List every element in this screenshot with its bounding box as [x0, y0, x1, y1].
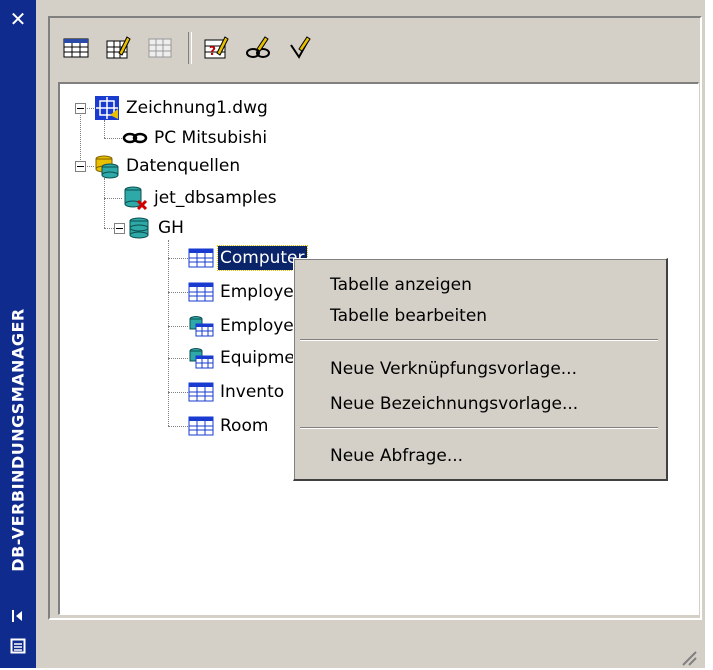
datasource-icon [126, 215, 152, 241]
context-menu: Tabelle anzeigen Tabelle bearbeiten Neue… [293, 258, 668, 481]
tree-node-label: Employe [220, 282, 294, 302]
svg-text:?: ? [209, 44, 216, 58]
tree-node-label: Employe [220, 316, 294, 336]
link-icon [122, 125, 148, 151]
menu-item-new-label-template[interactable]: Neue Bezeichnungsvorlage... [330, 390, 578, 418]
tree-connector [104, 120, 105, 138]
tree-connector [168, 292, 188, 293]
palette-titlebar[interactable]: ✕ DB-VERBINDUNGSMANAGER [0, 0, 36, 668]
toolbar-separator [188, 32, 192, 64]
label-template-icon[interactable] [282, 30, 318, 66]
edit-table-icon[interactable] [100, 30, 136, 66]
table-icon [188, 379, 214, 405]
tree-connector [168, 326, 188, 327]
tree-connector [168, 392, 188, 393]
tree-connector [80, 106, 81, 166]
tree-node-table[interactable]: Room [188, 412, 270, 440]
collapse-gh-expander[interactable] [114, 223, 125, 234]
menu-item-new-query[interactable]: Neue Abfrage... [330, 442, 463, 470]
query-editor-icon[interactable]: ? [198, 30, 234, 66]
tree-connector [168, 426, 188, 427]
tree-node-gh[interactable]: GH [126, 214, 186, 242]
datasources-icon [94, 153, 120, 179]
drawing-icon [94, 95, 120, 121]
tree-connector [168, 358, 188, 359]
tree-node-view[interactable]: Equipme [188, 344, 297, 372]
menu-separator [300, 427, 658, 429]
table-icon [188, 279, 214, 305]
tree-connector [168, 258, 188, 259]
view-table-icon[interactable] [58, 30, 94, 66]
datasource-disconnected-icon [122, 185, 148, 211]
tree-node-jet-dbsamples[interactable]: jet_dbsamples [122, 184, 279, 212]
tree-connector [168, 240, 169, 426]
menu-separator [300, 339, 658, 341]
close-icon[interactable]: ✕ [6, 8, 30, 30]
menu-item-view-table[interactable]: Tabelle anzeigen [330, 271, 472, 299]
palette-title: DB-VERBINDUNGSMANAGER [8, 308, 28, 572]
tree-node-label: Datenquellen [126, 156, 241, 176]
tree-node-label: Zeichnung1.dwg [126, 98, 268, 118]
toolbar: ? [58, 28, 324, 68]
tree-node-table[interactable]: Employe [188, 278, 296, 306]
auto-hide-icon[interactable] [6, 604, 30, 628]
tree-node-label: Invento [220, 382, 285, 402]
collapse-drawing-expander[interactable] [75, 103, 86, 114]
view-icon [188, 345, 214, 371]
tree-node-label: Room [220, 416, 269, 436]
view-icon [188, 313, 214, 339]
tree-node-label: jet_dbsamples [154, 188, 277, 208]
tree-node-drawing[interactable]: Zeichnung1.dwg [94, 94, 270, 122]
synchronize-icon[interactable] [142, 30, 178, 66]
tree-node-link[interactable]: PC Mitsubishi [122, 124, 269, 152]
tree-node-table[interactable]: Computer [188, 244, 308, 272]
tree-connector [104, 178, 105, 228]
collapse-datasources-expander[interactable] [75, 161, 86, 172]
menu-item-edit-table[interactable]: Tabelle bearbeiten [330, 302, 487, 330]
tree-node-label: PC Mitsubishi [154, 128, 268, 148]
tree-node-datasources[interactable]: Datenquellen [94, 152, 242, 180]
tree-connector [104, 198, 122, 199]
tree-node-view[interactable]: Employe [188, 312, 296, 340]
table-icon [188, 413, 214, 439]
resize-grip[interactable] [677, 646, 697, 666]
tree-node-table[interactable]: Invento [188, 378, 286, 406]
menu-item-new-link-template[interactable]: Neue Verknüpfungsvorlage... [330, 355, 577, 383]
link-template-icon[interactable] [240, 30, 276, 66]
table-icon [188, 245, 214, 271]
properties-icon[interactable] [6, 634, 30, 658]
tree-node-label: GH [158, 218, 184, 238]
tree-connector [104, 138, 122, 139]
tree-node-label: Equipme [220, 348, 295, 368]
